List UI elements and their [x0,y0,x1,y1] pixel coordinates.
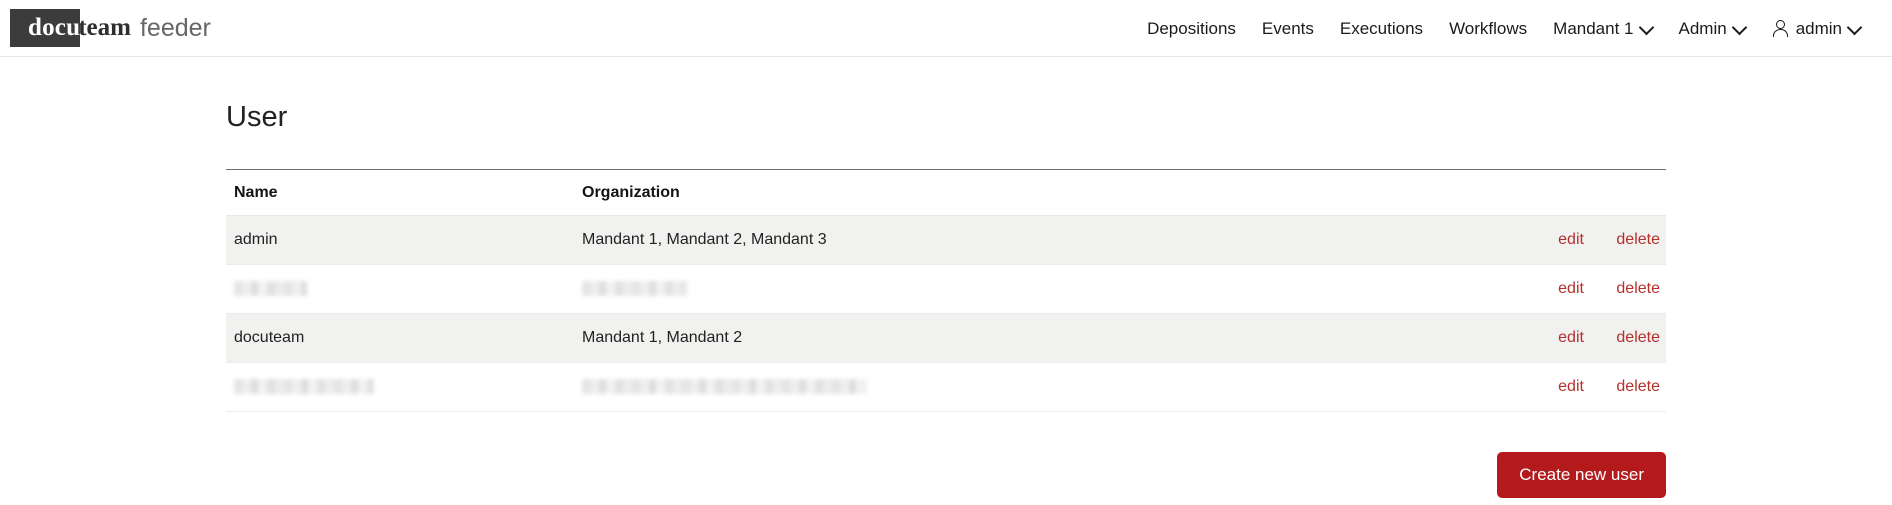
cell-actions: edit delete [1322,313,1666,363]
redacted-organization [582,379,866,395]
table-row: docuteam Mandant 1, Mandant 2 edit delet… [226,313,1666,363]
cell-organization [582,264,1322,314]
nav-item-label: Mandant 1 [1553,18,1634,38]
table-header-row: Name Organization [226,170,1666,216]
redacted-name [234,281,307,297]
nav-item-label: Depositions [1147,18,1236,38]
table-actions-bar: Create new user [226,412,1666,498]
cell-organization: Mandant 1, Mandant 2 [582,313,1322,363]
user-icon [1772,20,1788,37]
create-new-user-button[interactable]: Create new user [1497,452,1666,498]
table-row: edit delete [226,264,1666,314]
table-row: admin Mandant 1, Mandant 2, Mandant 3 ed… [226,215,1666,265]
edit-link[interactable]: edit [1558,378,1584,395]
chevron-down-icon [1849,21,1861,33]
chevron-down-icon [1641,21,1653,33]
nav-item-label: Executions [1339,18,1424,38]
delete-link[interactable]: delete [1616,280,1660,297]
cell-organization: Mandant 1, Mandant 2, Mandant 3 [582,215,1322,265]
table-row: edit delete [226,362,1666,412]
delete-link[interactable]: delete [1616,378,1660,395]
nav-item-executions[interactable]: Executions [1327,20,1436,37]
nav-item-workflows[interactable]: Workflows [1436,20,1540,37]
cell-name [226,264,582,314]
user-table-body: admin Mandant 1, Mandant 2, Mandant 3 ed… [226,215,1666,412]
nav-item-label: Events [1261,18,1314,38]
cell-actions: edit delete [1322,215,1666,265]
brand-logo-mark: docu [10,9,81,47]
page-body: User Name Organization admin Mandant 1, … [0,57,1892,498]
edit-link[interactable]: edit [1558,329,1584,346]
brand-logo[interactable]: docu team feeder [10,9,211,47]
column-header-name: Name [226,170,582,216]
primary-nav: Depositions Events Executions Workflows … [1134,20,1874,37]
nav-item-label: Workflows [1449,18,1528,38]
column-header-organization: Organization [582,170,1322,216]
brand-logo-team: team [78,14,131,41]
redacted-organization [582,281,687,297]
top-navbar: docu team feeder Depositions Events Exec… [0,0,1892,57]
user-table-head: Name Organization [226,170,1666,216]
nav-item-depositions[interactable]: Depositions [1134,20,1249,37]
nav-item-label: Admin [1678,18,1727,38]
cell-organization [582,362,1322,412]
cell-name: docuteam [226,313,582,363]
column-header-actions [1322,170,1666,216]
nav-item-admin-dropdown[interactable]: Admin [1666,20,1759,37]
brand-logo-product: feeder [139,13,211,42]
redacted-name [234,379,374,395]
brand-logo-docu: docu [28,14,81,41]
page-title: User [226,101,288,133]
user-table: Name Organization admin Mandant 1, Manda… [226,170,1666,412]
content-column: User Name Organization admin Mandant 1, … [226,57,1666,498]
cell-name: admin [226,215,582,265]
nav-item-label: admin [1795,18,1842,38]
nav-item-events[interactable]: Events [1249,20,1327,37]
cell-actions: edit delete [1322,362,1666,412]
chevron-down-icon [1734,21,1746,33]
nav-item-user-dropdown[interactable]: admin [1759,20,1874,37]
edit-link[interactable]: edit [1558,231,1584,248]
edit-link[interactable]: edit [1558,280,1584,297]
cell-name [226,362,582,412]
delete-link[interactable]: delete [1616,329,1660,346]
cell-actions: edit delete [1322,264,1666,314]
nav-item-mandant-dropdown[interactable]: Mandant 1 [1540,20,1665,37]
delete-link[interactable]: delete [1616,231,1660,248]
